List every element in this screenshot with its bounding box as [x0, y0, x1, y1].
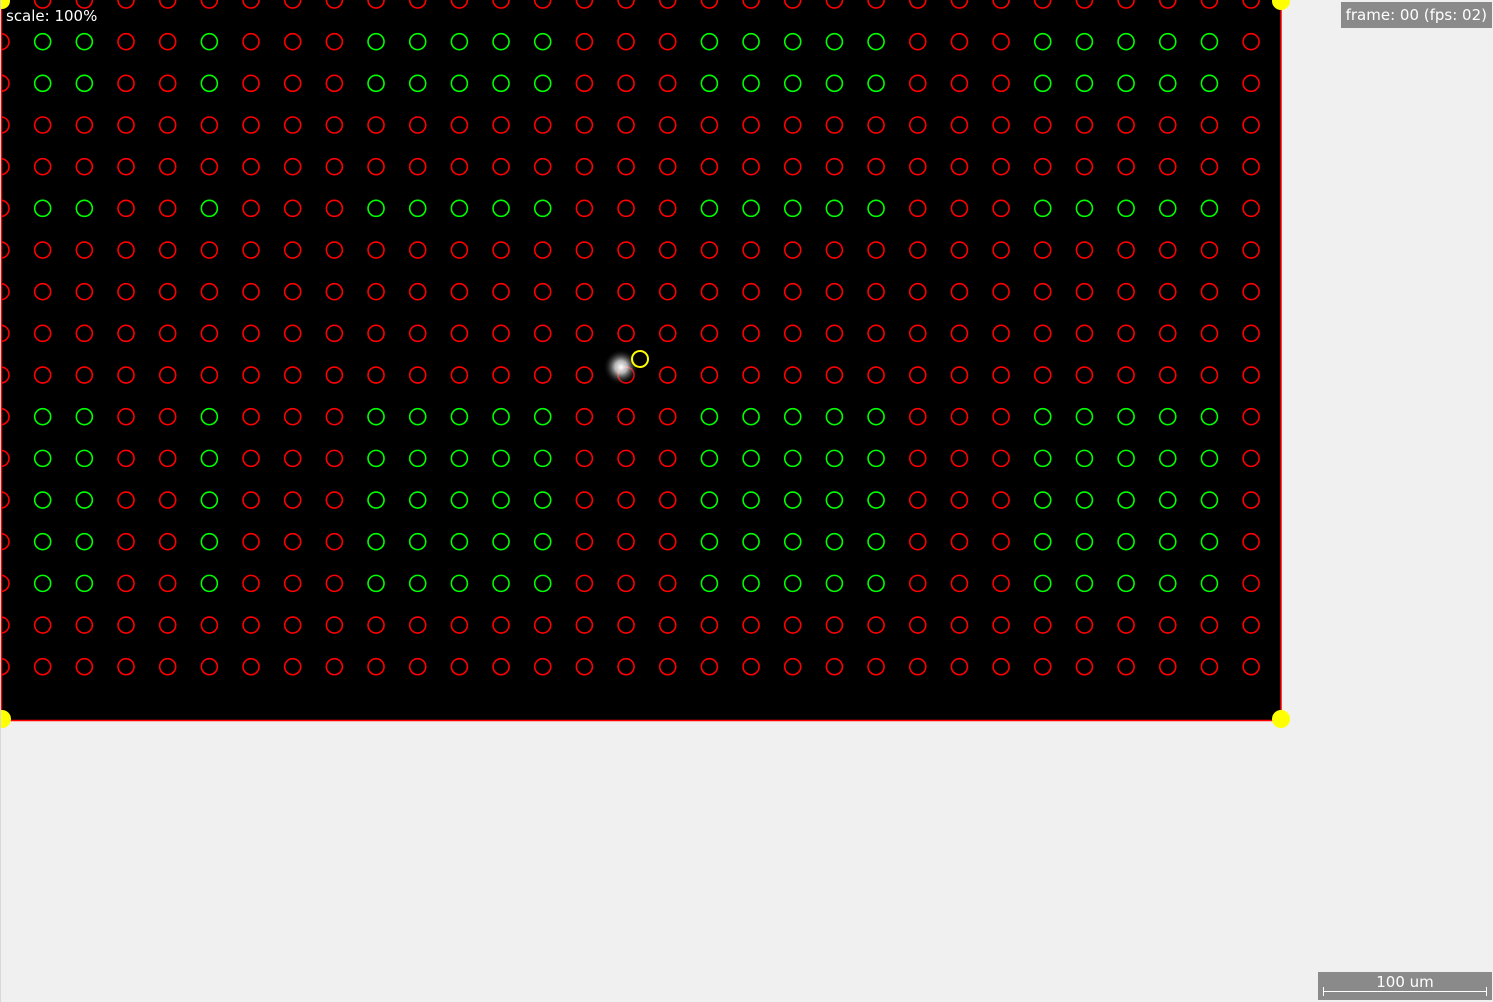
scale-bar-tick-left	[1323, 987, 1324, 996]
frame-readout: frame: 00 (fps: 02)	[1340, 2, 1492, 28]
plate-canvas[interactable]	[1, 0, 1493, 1002]
scale-bar-tick-right	[1486, 987, 1487, 996]
plate-area	[1, 0, 1281, 720]
corner-handle-bottom-right[interactable]	[1272, 710, 1290, 728]
viewport[interactable]: scale: 100% frame: 00 (fps: 02) 100 um	[0, 0, 1493, 1002]
scale-readout: scale: 100%	[6, 7, 98, 25]
scale-bar-line	[1323, 991, 1487, 992]
scale-bar: 100 um	[1318, 972, 1492, 1000]
scale-bar-label: 100 um	[1376, 973, 1434, 991]
